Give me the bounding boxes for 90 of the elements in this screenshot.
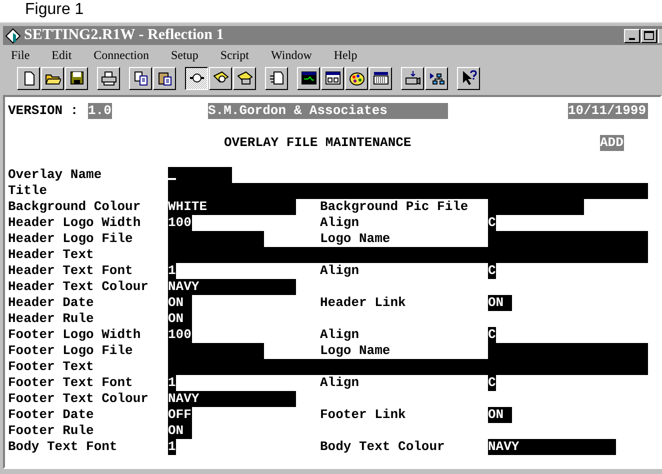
input-field[interactable] [168, 359, 648, 375]
input-field[interactable]: ON [488, 407, 512, 423]
flowchart-icon [428, 70, 444, 86]
field-label: Footer Text Colour [8, 391, 150, 407]
field-label: Footer Text Font [8, 375, 134, 391]
input-field[interactable]: C [488, 215, 496, 231]
field-label: Footer Text [8, 359, 95, 375]
window-title: SETTING2.R1W - Reflection 1 [24, 27, 225, 44]
input-field[interactable]: ON [168, 423, 192, 439]
field-label: Logo Name [320, 343, 392, 359]
input-field[interactable]: NAVY [168, 391, 296, 407]
company-name: S.M.Gordon & Associates [208, 103, 448, 119]
maximize-icon [644, 31, 654, 40]
input-field[interactable]: WHITE [168, 199, 296, 215]
maximize-button[interactable] [641, 28, 657, 42]
field-label: Footer Logo File [8, 343, 134, 359]
page-icon [268, 70, 284, 86]
input-field[interactable]: OFF [168, 407, 192, 423]
field-label: Header Text Font [8, 263, 134, 279]
input-field[interactable]: 1 [168, 375, 176, 391]
app-icon [5, 28, 21, 44]
input-field[interactable] [488, 199, 584, 215]
menu-item[interactable]: Help [332, 48, 366, 62]
field-label: Overlay Name [8, 167, 103, 183]
input-field[interactable]: 100 [168, 327, 192, 343]
field-label: Align [320, 263, 360, 279]
field-label: Title [8, 183, 48, 199]
minimize-button[interactable] [624, 28, 640, 42]
field-label: Background Colour [8, 199, 142, 215]
field-label: Header Logo File [8, 231, 134, 247]
input-field[interactable]: NAVY [168, 279, 296, 295]
toolbar-button[interactable] [185, 66, 208, 90]
menu-item[interactable]: Edit [50, 48, 80, 62]
palette-icon [348, 70, 364, 86]
paste-icon [156, 70, 172, 86]
mode-indicator: ADD [600, 135, 624, 151]
menu-item[interactable]: Window [269, 48, 320, 62]
version-number: 1.0 [88, 103, 112, 119]
input-field[interactable] [168, 247, 648, 263]
figure-caption: Figure 1 [24, 0, 85, 20]
input-field[interactable]: ON [488, 295, 512, 311]
copy-icon [132, 70, 148, 86]
input-field[interactable] [488, 231, 648, 247]
input-field[interactable]: 100 [168, 215, 192, 231]
input-field[interactable]: C [488, 375, 496, 391]
camera-icon [404, 70, 420, 86]
telephone-icon [236, 70, 252, 86]
field-label: Footer Date [8, 407, 95, 423]
menu-item[interactable]: Setup [169, 48, 206, 62]
field-label: Header Date [8, 295, 95, 311]
field-label: Footer Link [320, 407, 407, 423]
input-field[interactable]: NAVY [488, 439, 616, 455]
menu-item[interactable]: Script [218, 48, 258, 62]
field-label: Footer Logo Width [8, 327, 142, 343]
printer-icon [100, 70, 116, 86]
field-label: Body Text Font [8, 439, 118, 455]
field-label: Body Text Colour [320, 439, 446, 455]
screen-heading: OVERLAY FILE MAINTENANCE [224, 135, 412, 151]
input-field[interactable]: C [488, 263, 496, 279]
field-label: Header Link [320, 295, 407, 311]
input-field[interactable] [168, 231, 264, 247]
input-field[interactable] [488, 343, 648, 359]
field-label: Header Text [8, 247, 95, 263]
field-label: Align [320, 375, 360, 391]
field-label: Header Rule [8, 311, 95, 327]
input-field[interactable]: ON [168, 311, 192, 327]
monitor-icon [300, 70, 316, 86]
input-field[interactable]: 1 [168, 263, 176, 279]
field-label: Align [320, 327, 360, 343]
window-icon [324, 70, 340, 86]
input-field[interactable] [168, 343, 264, 359]
input-field[interactable]: 1 [168, 439, 176, 455]
input-field[interactable] [168, 183, 648, 199]
minimize-icon [629, 38, 635, 40]
field-label: Background Pic File [320, 199, 470, 215]
field-label: Footer Rule [8, 423, 95, 439]
field-label: Header Logo Width [8, 215, 142, 231]
menu-item[interactable]: File [9, 48, 38, 62]
input-field[interactable] [168, 167, 232, 183]
version-label: VERSION : [8, 103, 80, 119]
date-text: 10/11/1999 [568, 103, 648, 119]
input-field[interactable]: ON [168, 295, 192, 311]
field-label: Logo Name [320, 231, 392, 247]
field-label: Header Text Colour [8, 279, 150, 295]
menu-item[interactable]: Connection [92, 48, 157, 62]
input-field[interactable]: C [488, 327, 496, 343]
help-pointer-icon [460, 70, 476, 86]
field-label: Align [320, 215, 360, 231]
close-button[interactable] [658, 28, 662, 42]
keyboard-icon [372, 70, 388, 86]
